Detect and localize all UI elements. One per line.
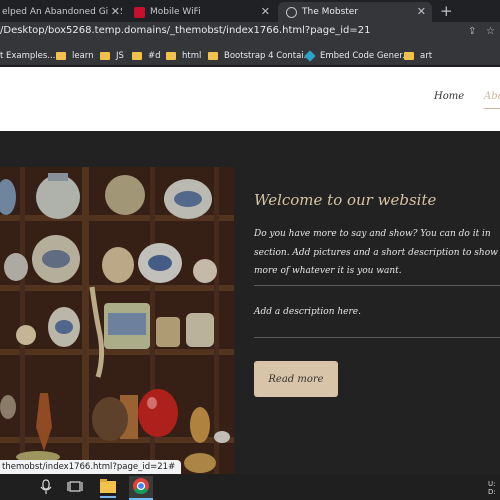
vases-shelf-photo (0, 167, 234, 474)
chrome-icon (129, 476, 153, 500)
folder-icon (56, 52, 66, 60)
bookmark-folder[interactable]: JS (100, 49, 124, 63)
globe-favicon-icon (286, 6, 297, 18)
section-heading: Welcome to our website (254, 191, 437, 209)
shelf-illustration (0, 167, 234, 474)
bookmarks-bar: t Examples... learn JS #d html Bootstrap… (0, 46, 500, 66)
microphone-icon (40, 479, 52, 494)
status-bar-url: themobst/index1766.html?page_id=21# (0, 460, 182, 474)
bookmark-item[interactable]: t Examples... (0, 49, 55, 63)
section-body: Do you have more to say and show? You ca… (254, 225, 500, 281)
tray-text: U: (488, 480, 496, 488)
bookmark-folder[interactable]: html (166, 49, 201, 63)
browser-tab[interactable]: elped An Abandoned Girl. She ✕ (0, 2, 122, 22)
huawei-favicon-icon (134, 6, 145, 18)
bookmark-folder[interactable]: art (404, 49, 432, 63)
bootstrap-icon (208, 52, 218, 60)
system-tray[interactable]: U: D: (488, 480, 496, 496)
file-explorer-icon (100, 479, 116, 498)
body-line: more of whatever it is you want. (254, 266, 402, 276)
tab-title: elped An Abandoned Girl. She (2, 7, 122, 17)
address-bar-url[interactable]: /Desktop/box5268.temp.domains/_themobst/… (0, 25, 370, 36)
body-line: Do you have more to say and show? You ca… (254, 229, 491, 239)
diamond-icon (304, 50, 316, 62)
bookmark-folder[interactable]: learn (56, 49, 94, 63)
bookmark-folder[interactable]: #d (132, 49, 161, 63)
close-icon[interactable]: ✕ (107, 5, 120, 18)
browser-tab[interactable]: Mobile WiFi ✕ (126, 2, 276, 22)
bookmark-label: #d (148, 51, 161, 61)
tab-title: The Mobster (302, 7, 359, 17)
windows-taskbar: U: D: (0, 474, 500, 500)
bookmark-star-icon[interactable]: ☆ (486, 26, 495, 37)
folder-icon (100, 52, 110, 60)
tray-text: D: (488, 488, 496, 496)
folder-icon (404, 52, 414, 60)
divider (254, 337, 500, 338)
bookmark-item[interactable]: Embed Code Gener... (304, 49, 411, 63)
site-header: Home Abo (0, 67, 500, 131)
bookmark-label: Bootstrap 4 Contai... (224, 51, 312, 61)
share-icon[interactable]: ⇪ (468, 26, 476, 37)
task-view-icon (67, 481, 83, 492)
bookmark-item[interactable]: Bootstrap 4 Contai... (208, 49, 312, 63)
body-line: section. Add pictures and a short descri… (254, 247, 500, 258)
divider (254, 285, 500, 286)
close-icon[interactable]: ✕ (261, 5, 270, 18)
folder-icon (166, 52, 176, 60)
new-tab-button[interactable]: + (440, 2, 453, 20)
nav-home-link[interactable]: Home (434, 91, 464, 102)
bookmark-label: art (420, 51, 433, 61)
folder-icon (132, 52, 142, 60)
taskbar-icons (40, 476, 153, 500)
browser-tab-strip: elped An Abandoned Girl. She ✕ Mobile Wi… (0, 0, 500, 22)
address-bar-row: /Desktop/box5268.temp.domains/_themobst/… (0, 22, 500, 46)
section-description: Add a description here. (254, 307, 361, 317)
bookmark-label: JS (116, 51, 124, 61)
close-icon[interactable]: ✕ (417, 5, 426, 18)
bookmark-label: t Examples... (0, 51, 56, 61)
nav-about-link[interactable]: Abo (484, 91, 500, 109)
bookmark-label: html (182, 51, 202, 61)
read-more-button[interactable]: Read more (254, 361, 338, 397)
bookmark-label: Embed Code Gener... (320, 51, 411, 61)
tab-title: Mobile WiFi (150, 7, 201, 17)
bookmark-label: learn (72, 51, 94, 61)
browser-tab-active[interactable]: The Mobster ✕ (278, 2, 432, 22)
about-section: Welcome to our website Do you have more … (0, 131, 500, 474)
